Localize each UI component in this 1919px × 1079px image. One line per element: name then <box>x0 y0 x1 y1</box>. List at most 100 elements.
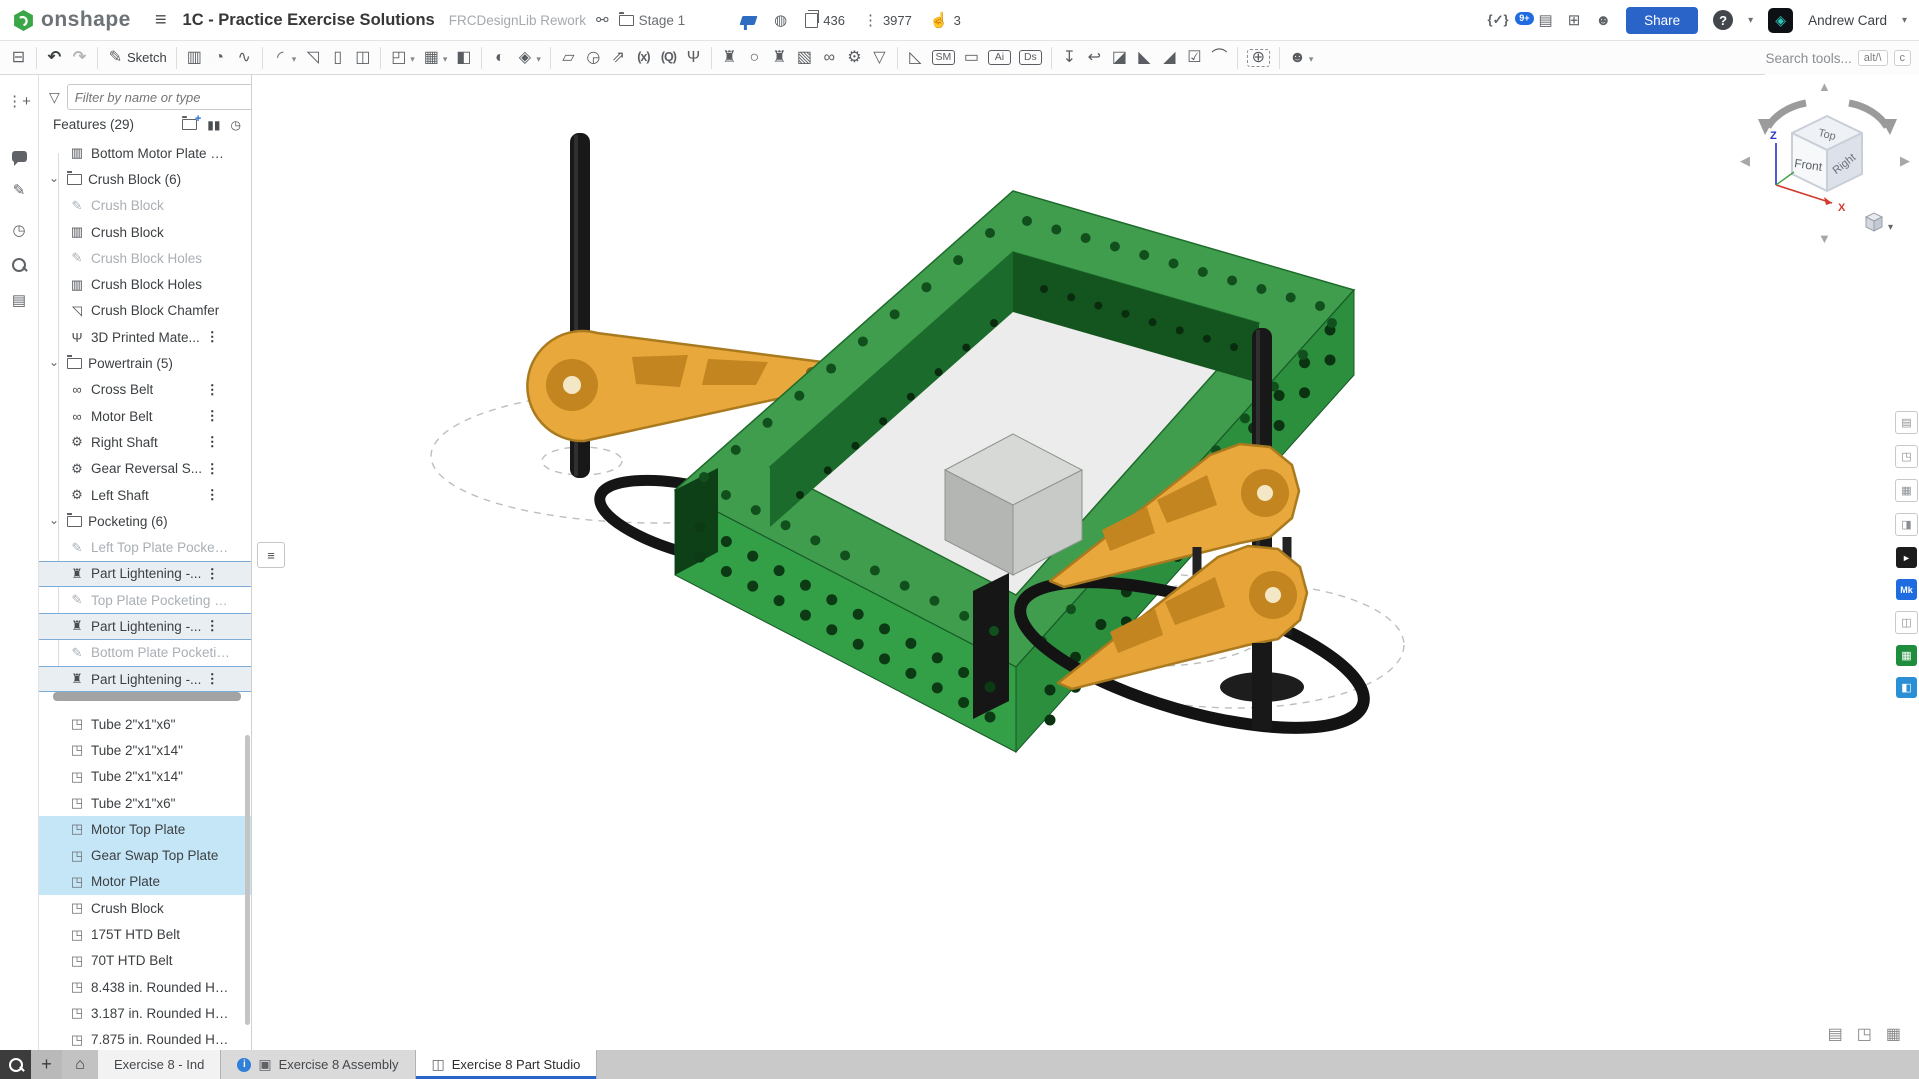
sketch-button[interactable]: ✎ Sketch <box>103 47 171 69</box>
projection-grid-icon[interactable]: ▦ <box>1886 1024 1901 1044</box>
app-store-icon[interactable]: ⊞ <box>1568 11 1581 29</box>
copies-stat[interactable]: 436 <box>805 13 845 28</box>
search-tools[interactable]: Search tools... alt/\ c <box>1765 50 1919 66</box>
feature-row[interactable]: ∞ Motor Belt <box>39 403 251 429</box>
part-row[interactable]: ◳ Tube 2"x1"x6" <box>39 790 251 816</box>
feature-row[interactable]: Powertrain (5) <box>39 350 251 376</box>
drawing-standard-button[interactable]: Ds <box>1015 47 1046 68</box>
revolve-button[interactable]: ◔ <box>207 47 232 69</box>
feature-row[interactable]: ⚙ Gear Reversal S... <box>39 456 251 482</box>
feature-row[interactable]: ▥ Bottom Motor Plate Ext... <box>39 140 251 166</box>
help-caret-icon[interactable]: ▾ <box>1748 15 1753 26</box>
mate-connector-button[interactable]: Ψ <box>681 47 706 69</box>
feature-row[interactable]: ⚙ Right Shaft <box>39 429 251 455</box>
insert-frame-button[interactable]: ⊕ <box>1243 46 1274 70</box>
part-row[interactable]: ◳ 7.875 in. Rounded Hex ... <box>39 1027 251 1050</box>
chevron-down-icon[interactable] <box>410 49 415 67</box>
feature-list-popout-button[interactable]: ≡ <box>257 542 285 568</box>
lookup-table-button[interactable]: (Q) <box>656 48 681 67</box>
chamfer-button[interactable]: ◹ <box>300 47 325 69</box>
filter-input[interactable] <box>67 84 252 110</box>
overflow-dots-icon[interactable] <box>206 487 218 503</box>
helix-button[interactable]: ◶ <box>581 47 606 69</box>
fillet-button[interactable]: ◜ <box>268 46 301 70</box>
eraser-button[interactable]: ◪ <box>1107 47 1132 69</box>
overflow-dots-icon[interactable] <box>206 408 218 424</box>
part-row[interactable]: ◳ Motor Top Plate <box>39 816 251 842</box>
document-title[interactable]: 1C - Practice Exercise Solutions <box>183 11 435 30</box>
history-icon[interactable]: ◷ <box>7 218 31 242</box>
feature-row[interactable]: ✎ Top Plate Pocketing Sk... <box>39 587 251 613</box>
tab-exercise-8-assembly[interactable]: ▣ Exercise 8 Assembly <box>221 1050 415 1079</box>
feature-row[interactable]: ✎ Crush Block Holes <box>39 245 251 271</box>
feature-row[interactable]: ♜ Part Lightening -... <box>39 561 251 587</box>
feature-list-toggle-button[interactable]: ⊟ <box>6 47 31 69</box>
app-print-icon[interactable]: ▦ <box>1895 479 1918 502</box>
feature-row[interactable]: Pocketing (6) <box>39 508 251 534</box>
part-row[interactable]: ◳ 70T HTD Belt <box>39 948 251 974</box>
comment-icon[interactable] <box>12 151 27 162</box>
chevron-down-icon[interactable] <box>536 49 541 67</box>
overflow-dots-icon[interactable] <box>206 434 218 450</box>
feature-row[interactable]: ▥ Crush Block Holes <box>39 271 251 297</box>
curve-button[interactable]: ⌒ <box>1207 47 1232 69</box>
filter-funnel-icon[interactable]: ▽ <box>49 89 60 106</box>
part-row[interactable]: ◳ Gear Swap Top Plate <box>39 842 251 868</box>
corner-button[interactable]: ◣ <box>1132 47 1157 69</box>
variable-button[interactable]: (x) <box>631 48 656 67</box>
tape-measure-button[interactable]: ▭ <box>959 47 984 69</box>
feature-row[interactable]: ⚙ Left Shaft <box>39 482 251 508</box>
part-row[interactable]: ◳ Motor Plate <box>39 869 251 895</box>
versions-stat[interactable]: ⋮ 3977 <box>863 11 912 29</box>
feature-row[interactable]: ✎ Left Top Plate Pocketing <box>39 534 251 560</box>
validate-button[interactable]: ☑ <box>1182 47 1207 69</box>
rotate-right-step-arrow[interactable]: ▶ <box>1900 153 1910 169</box>
properties-icon[interactable]: ▤ <box>7 288 31 312</box>
redo-button[interactable]: ↷ <box>67 47 92 69</box>
app-sheets-icon[interactable]: ▦ <box>1896 645 1917 666</box>
overflow-dots-icon[interactable] <box>206 329 218 345</box>
avatar[interactable]: ◈ <box>1768 8 1793 33</box>
chevron-down-icon[interactable] <box>49 172 61 187</box>
part-row[interactable]: ◳ Crush Block <box>39 895 251 921</box>
code-check-icon[interactable]: {✓} <box>1488 12 1509 28</box>
new-tab-button[interactable]: + <box>31 1050 62 1079</box>
part-row[interactable]: ◳ 8.438 in. Rounded Hex ... <box>39 974 251 1000</box>
part-row[interactable]: ◳ Tube 2"x1"x14" <box>39 764 251 790</box>
app-cursor-icon[interactable]: ► <box>1896 547 1917 568</box>
rollback-bar[interactable] <box>53 692 241 701</box>
onshape-logo[interactable]: onshape <box>12 8 131 32</box>
overflow-dots-icon[interactable] <box>206 382 218 398</box>
view-cube[interactable]: Top Front Right Z X ▾ ▲ ▼ ◀ ▶ <box>1740 81 1915 256</box>
assistant-button[interactable]: ☻ <box>1285 46 1318 70</box>
feature-row[interactable]: ∞ Cross Belt <box>39 377 251 403</box>
feature-row[interactable]: ◹ Crush Block Chamfer <box>39 298 251 324</box>
orientation-icon[interactable]: ◳ <box>1857 1024 1872 1044</box>
app-mkcad-icon[interactable]: Mk <box>1896 579 1917 600</box>
part-row[interactable]: ◳ 3.187 in. Rounded Hex ... <box>39 1000 251 1026</box>
folder-breadcrumb[interactable]: Stage 1 <box>619 13 686 28</box>
likes-stat[interactable]: ☝ 3 <box>930 11 961 29</box>
link-icon[interactable]: ⚯ <box>596 11 609 29</box>
transform-button[interactable]: ⇗ <box>606 47 631 69</box>
parts-scrollbar[interactable] <box>245 735 250 1025</box>
custom-feature-2-button[interactable]: ♜ <box>767 47 792 69</box>
custom-feature-button[interactable]: ♜ <box>717 47 742 69</box>
app-parts-icon[interactable]: ◳ <box>1895 445 1918 468</box>
feature-row[interactable]: ▥ Crush Block <box>39 219 251 245</box>
boolean-button[interactable]: ◐ <box>487 47 512 69</box>
chevron-down-icon[interactable] <box>443 49 448 67</box>
suspend-icon[interactable]: ▮▮ <box>207 118 220 132</box>
export-button[interactable]: ↧ <box>1057 47 1082 69</box>
chevron-down-icon[interactable] <box>49 356 61 371</box>
create-folder-icon[interactable] <box>182 119 197 130</box>
tab-exercise-8-part-studio[interactable]: ◫ Exercise 8 Part Studio <box>416 1050 598 1079</box>
feature-row[interactable]: ✎ Crush Block <box>39 193 251 219</box>
plane-button[interactable]: ▱ <box>556 47 581 69</box>
part-row[interactable]: ◳ Tube 2"x1"x14" <box>39 737 251 763</box>
app-docs-icon[interactable]: ▤ <box>1895 411 1918 434</box>
search-parts-icon[interactable] <box>12 258 26 272</box>
overflow-dots-icon[interactable] <box>206 671 218 687</box>
wedge-button[interactable]: ◢ <box>1157 47 1182 69</box>
chevron-down-icon[interactable] <box>49 514 61 529</box>
